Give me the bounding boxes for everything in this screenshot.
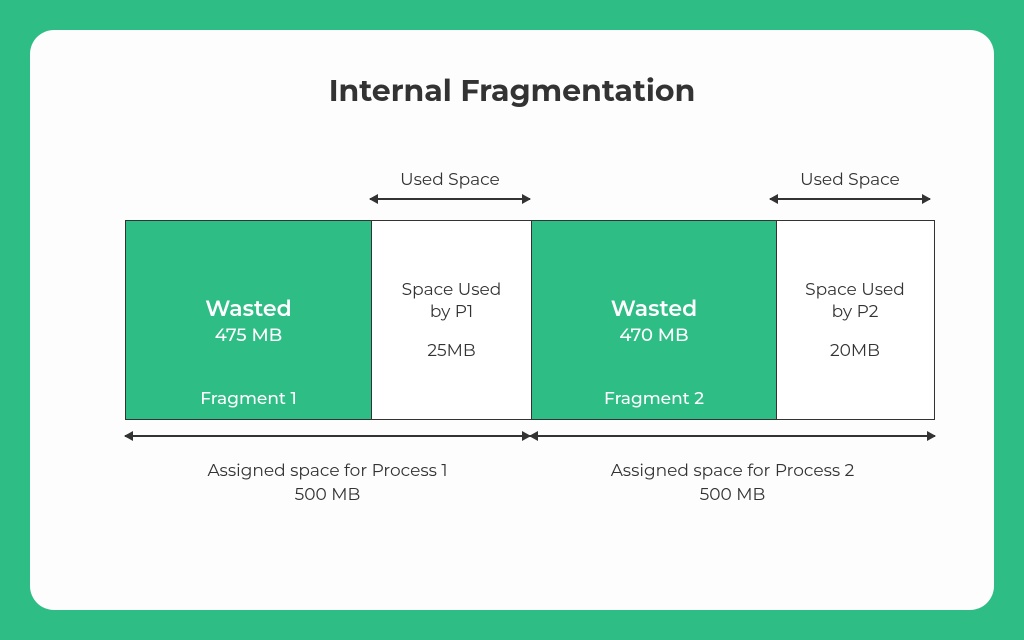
- fragment-name-2: Fragment 2: [532, 389, 776, 409]
- wasted-title-2: Wasted: [611, 295, 697, 322]
- wasted-title-1: Wasted: [205, 295, 291, 322]
- used-by-line1-1: Space Used: [402, 280, 502, 300]
- used-by-line2-1: by P1: [430, 302, 473, 322]
- used-size-1: 25MB: [427, 341, 475, 361]
- wasted-size-1: 475 MB: [215, 324, 283, 346]
- assigned-label-2: Assigned space for Process 2 500 MB: [530, 460, 935, 508]
- assigned-text-2: Assigned space for Process 2: [611, 461, 855, 481]
- used-size-2: 20MB: [830, 341, 880, 361]
- assigned-arrow-1: [125, 435, 530, 437]
- diagram-canvas: Internal Fragmentation Used Space Used S…: [30, 30, 994, 610]
- assigned-text-1: Assigned space for Process 1: [207, 461, 447, 481]
- used-segment-2: Space Used by P2 20MB: [776, 221, 933, 419]
- used-space-label-1: Used Space: [380, 170, 520, 190]
- fragment-name-1: Fragment 1: [126, 389, 371, 409]
- assigned-size-2: 500 MB: [700, 485, 766, 505]
- used-by-line1-2: Space Used: [805, 280, 905, 300]
- assigned-arrow-2: [530, 435, 935, 437]
- used-space-arrow-2: [770, 198, 930, 200]
- wasted-size-2: 470 MB: [619, 324, 688, 346]
- diagram-title: Internal Fragmentation: [30, 72, 994, 109]
- used-space-arrow-1: [370, 198, 530, 200]
- assigned-label-1: Assigned space for Process 1 500 MB: [125, 460, 530, 508]
- used-space-label-2: Used Space: [780, 170, 920, 190]
- memory-block: Wasted 475 MB Fragment 1 Space Used by P…: [125, 220, 935, 420]
- used-by-line2-2: by P2: [832, 302, 879, 322]
- used-segment-1: Space Used by P1 25MB: [371, 221, 531, 419]
- wasted-segment-1: Wasted 475 MB Fragment 1: [126, 221, 371, 419]
- wasted-segment-2: Wasted 470 MB Fragment 2: [531, 221, 776, 419]
- assigned-size-1: 500 MB: [295, 485, 361, 505]
